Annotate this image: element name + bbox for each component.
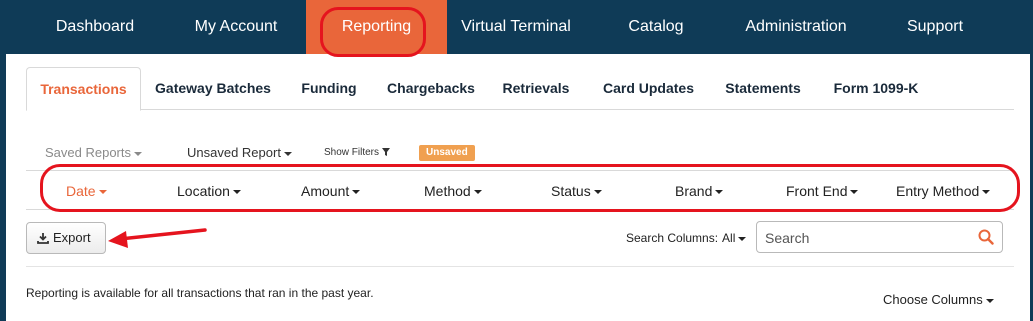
column-amount-label: Amount bbox=[301, 183, 350, 199]
chevron-down-icon bbox=[283, 151, 292, 156]
chevron-down-icon bbox=[593, 190, 602, 195]
column-brand[interactable]: Brand bbox=[675, 171, 724, 211]
column-date-label: Date bbox=[66, 183, 96, 199]
chevron-down-icon bbox=[473, 190, 482, 195]
column-status-label: Status bbox=[551, 183, 591, 199]
column-status[interactable]: Status bbox=[551, 171, 602, 211]
report-tabs: Transactions Gateway Batches Funding Cha… bbox=[26, 67, 1014, 111]
search-columns-value: All bbox=[722, 231, 736, 245]
column-date[interactable]: Date bbox=[66, 171, 107, 211]
show-filters-label: Show Filters bbox=[324, 147, 380, 158]
tab-statements[interactable]: Statements bbox=[718, 67, 808, 110]
choose-columns-dropdown[interactable]: Choose Columns bbox=[883, 292, 994, 307]
saved-reports-label: Saved Reports bbox=[45, 145, 131, 160]
report-bar: Saved Reports Unsaved Report Show Filter… bbox=[26, 142, 1014, 168]
search-columns-dropdown[interactable]: Search Columns: All bbox=[626, 228, 747, 248]
nav-item-administration[interactable]: Administration bbox=[730, 0, 862, 54]
nav-item-my-account[interactable]: My Account bbox=[180, 0, 292, 54]
column-front-end[interactable]: Front End bbox=[786, 171, 859, 211]
choose-columns-label: Choose Columns bbox=[883, 292, 983, 307]
chevron-down-icon bbox=[134, 151, 142, 156]
reporting-panel: Transactions Gateway Batches Funding Cha… bbox=[6, 54, 1030, 321]
info-text: Reporting is available for all transacti… bbox=[26, 286, 374, 300]
nav-item-catalog[interactable]: Catalog bbox=[615, 0, 697, 54]
unsaved-report-dropdown[interactable]: Unsaved Report bbox=[187, 142, 292, 164]
nav-item-virtual-terminal[interactable]: Virtual Terminal bbox=[447, 0, 585, 54]
column-entry-method-label: Entry Method bbox=[896, 183, 980, 199]
column-brand-label: Brand bbox=[675, 183, 713, 199]
column-amount[interactable]: Amount bbox=[301, 171, 361, 211]
unsaved-badge: Unsaved bbox=[419, 145, 475, 161]
chevron-down-icon bbox=[232, 190, 241, 195]
column-method[interactable]: Method bbox=[424, 171, 482, 211]
export-button[interactable]: Export bbox=[26, 222, 106, 254]
column-front-end-label: Front End bbox=[786, 183, 848, 199]
tab-transactions[interactable]: Transactions bbox=[26, 67, 141, 111]
tab-retrievals[interactable]: Retrievals bbox=[496, 67, 576, 110]
chevron-down-icon bbox=[738, 236, 747, 241]
column-entry-method[interactable]: Entry Method bbox=[896, 171, 991, 211]
tab-chargebacks[interactable]: Chargebacks bbox=[381, 67, 481, 110]
chevron-down-icon bbox=[850, 190, 859, 195]
show-filters-button[interactable]: Show Filters bbox=[324, 142, 390, 164]
chevron-down-icon bbox=[715, 190, 724, 195]
saved-reports-dropdown[interactable]: Saved Reports bbox=[45, 142, 142, 164]
nav-item-dashboard[interactable]: Dashboard bbox=[40, 0, 150, 54]
export-label: Export bbox=[53, 230, 91, 245]
top-navigation: Dashboard My Account Reporting Virtual T… bbox=[0, 0, 1033, 54]
chevron-down-icon bbox=[982, 190, 991, 195]
column-headers: Date Location Amount Method Status Brand… bbox=[26, 170, 1014, 210]
column-location-label: Location bbox=[177, 183, 230, 199]
search-columns-label: Search Columns: bbox=[626, 231, 719, 245]
column-location[interactable]: Location bbox=[177, 171, 241, 211]
filter-icon bbox=[381, 148, 390, 156]
tab-gateway-batches[interactable]: Gateway Batches bbox=[148, 67, 278, 110]
nav-item-support[interactable]: Support bbox=[895, 0, 975, 54]
download-icon bbox=[37, 233, 49, 244]
tab-funding[interactable]: Funding bbox=[294, 67, 364, 110]
tab-form-1099k[interactable]: Form 1099-K bbox=[826, 67, 926, 110]
tab-card-updates[interactable]: Card Updates bbox=[596, 67, 701, 110]
chevron-down-icon bbox=[985, 298, 994, 303]
column-method-label: Method bbox=[424, 183, 471, 199]
annotation-arrow-icon bbox=[108, 228, 207, 248]
divider bbox=[26, 266, 1014, 267]
search-box bbox=[756, 221, 1003, 253]
unsaved-report-label: Unsaved Report bbox=[187, 145, 281, 160]
search-icon[interactable] bbox=[978, 229, 994, 245]
nav-item-reporting[interactable]: Reporting bbox=[306, 0, 447, 54]
chevron-down-icon bbox=[352, 190, 361, 195]
chevron-down-icon bbox=[98, 190, 107, 195]
search-input[interactable] bbox=[765, 228, 965, 248]
